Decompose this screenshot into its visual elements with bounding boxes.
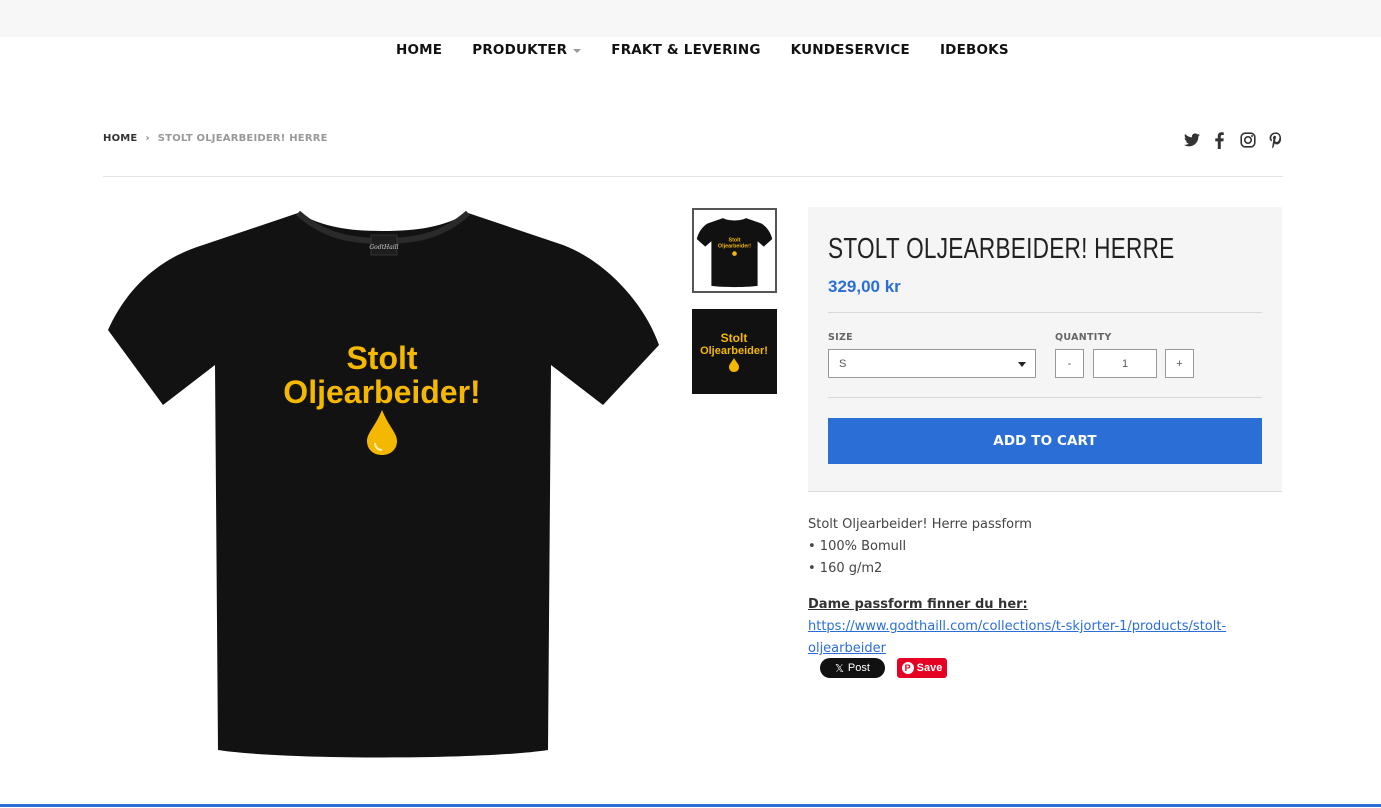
add-to-cart-button[interactable]: ADD TO CART [828,418,1262,464]
footer-accent-line [0,804,1381,807]
nav-kundeservice-label: KUNDESERVICE [790,42,910,58]
product-buy-box: STOLT OLJEARBEIDER! HERRE 329,00 kr SIZE… [808,207,1282,492]
ladies-fit-link[interactable]: https://www.godthaill.com/collections/t-… [808,619,1226,656]
description-line: • 100% Bomull [808,539,907,554]
size-select[interactable]: S [828,349,1036,378]
ladies-fit-note: Dame passform finner du her: https://www… [808,594,1288,660]
x-logo-icon: 𝕏 [835,662,844,675]
shirt-print-line2: Oljearbeider! [283,374,480,410]
main-nav: HOME PRODUKTER FRAKT & LEVERING KUNDESER… [396,42,1009,58]
breadcrumb-home-link[interactable]: HOME [103,133,137,144]
svg-text:Stolt: Stolt [721,331,748,345]
pinterest-icon[interactable] [1267,131,1284,149]
breadcrumb-current: STOLT OLJEARBEIDER! HERRE [157,133,328,144]
nav-produkter[interactable]: PRODUKTER [472,42,582,58]
product-description: Stolt Oljearbeider! Herre passform • 100… [808,514,1288,660]
nav-ideboks-label: IDEBOKS [939,42,1009,58]
share-buttons: 𝕏 Post P Save [820,658,947,678]
chevron-down-icon [1018,362,1026,367]
pinterest-save-label: Save [916,662,943,674]
quantity-decrease-button[interactable]: - [1055,349,1084,378]
product-price: 329,00 kr [828,277,901,296]
nav-home-label: HOME [396,42,443,58]
nav-kundeservice[interactable]: KUNDESERVICE [791,42,910,58]
header-divider [103,176,1283,177]
ladies-fit-label: Dame passform finner du her: [808,597,1028,612]
facebook-icon[interactable] [1211,131,1228,149]
twitter-icon[interactable] [1183,131,1200,149]
divider [828,312,1262,313]
shirt-print-line1: Stolt [346,340,417,376]
size-label: SIZE [828,332,853,343]
product-title: STOLT OLJEARBEIDER! HERRE [828,233,1175,265]
x-post-label: Post [847,662,870,674]
svg-text:Oljearbeider!: Oljearbeider! [700,345,768,357]
svg-text:Stolt: Stolt [729,237,741,243]
x-post-button[interactable]: 𝕏 Post [820,658,885,678]
instagram-icon[interactable] [1239,131,1256,149]
nav-home[interactable]: HOME [396,42,442,58]
description-line: • 160 g/m2 [808,561,883,576]
divider [828,397,1262,398]
nav-ideboks[interactable]: IDEBOKS [940,42,1009,58]
size-select-value: S [839,358,847,370]
pinterest-save-button[interactable]: P Save [897,658,947,678]
svg-text:GodtHaill: GodtHaill [369,244,398,251]
description-line: Stolt Oljearbeider! Herre passform [808,517,1032,532]
social-links [1183,131,1284,149]
breadcrumb-separator: › [145,133,150,144]
quantity-increase-button[interactable]: + [1165,349,1194,378]
pinterest-logo-icon: P [901,662,914,674]
nav-frakt-levering[interactable]: FRAKT & LEVERING [611,42,760,58]
product-thumbnail-2[interactable]: Stolt Oljearbeider! [692,309,777,394]
quantity-input[interactable]: 1 [1093,349,1157,378]
product-main-image[interactable]: GodtHaill Stolt Oljearbeider! [103,205,663,765]
nav-produkter-label: PRODUKTER [472,42,568,58]
top-bar [0,0,1381,37]
svg-text:Oljearbeider!: Oljearbeider! [718,243,751,249]
quantity-label: QUANTITY [1055,332,1112,343]
breadcrumb: HOME › STOLT OLJEARBEIDER! HERRE [103,133,328,144]
chevron-down-icon [573,49,582,53]
nav-frakt-label: FRAKT & LEVERING [611,42,761,58]
product-thumbnail-1[interactable]: Stolt Oljearbeider! [692,208,777,293]
